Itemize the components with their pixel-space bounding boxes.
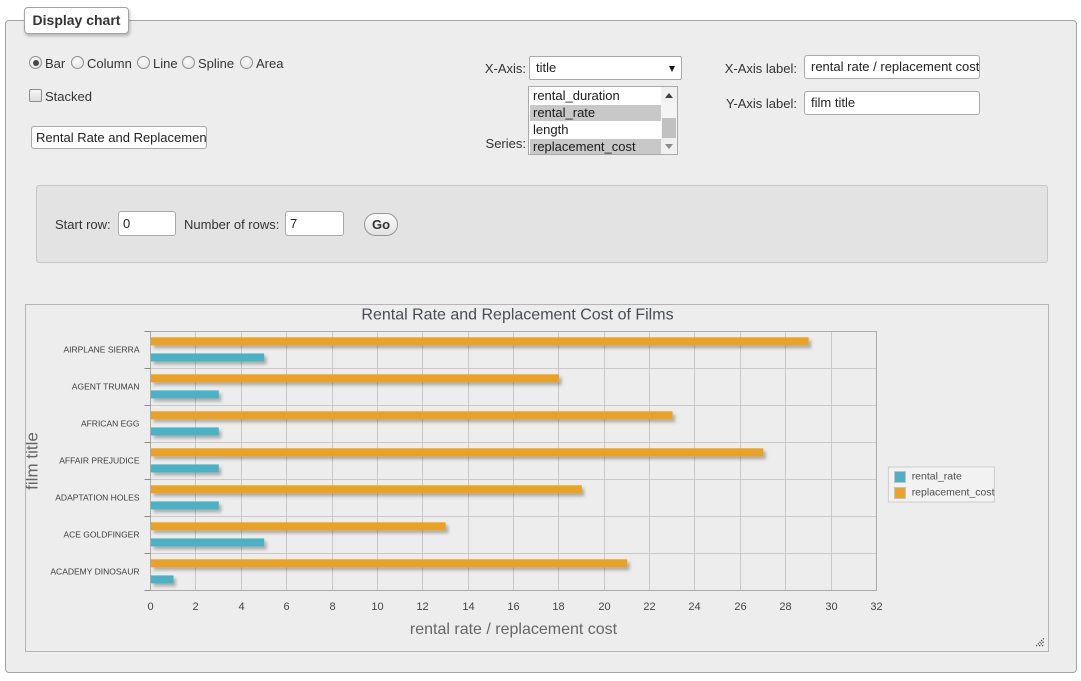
svg-text:ACE GOLDFINGER: ACE GOLDFINGER <box>63 530 139 540</box>
svg-text:2: 2 <box>192 601 198 613</box>
svg-text:32: 32 <box>870 601 882 613</box>
svg-text:22: 22 <box>643 601 655 613</box>
svg-text:Rental Rate and Replacement Co: Rental Rate and Replacement Cost of Film… <box>361 306 673 323</box>
svg-text:28: 28 <box>779 601 791 613</box>
svg-text:4: 4 <box>238 601 244 613</box>
svg-text:rental_rate: rental_rate <box>912 471 962 483</box>
svg-text:film title: film title <box>26 432 42 490</box>
svg-text:rental rate / replacement cost: rental rate / replacement cost <box>410 621 618 638</box>
svg-text:replacement_cost: replacement_cost <box>912 487 995 499</box>
svg-text:12: 12 <box>416 601 428 613</box>
svg-text:ADAPTATION HOLES: ADAPTATION HOLES <box>55 493 140 503</box>
svg-text:ACADEMY DINOSAUR: ACADEMY DINOSAUR <box>50 567 139 577</box>
svg-text:AIRPLANE SIERRA: AIRPLANE SIERRA <box>63 345 139 355</box>
svg-text:20: 20 <box>598 601 610 613</box>
svg-text:30: 30 <box>825 601 837 613</box>
svg-text:6: 6 <box>283 601 289 613</box>
svg-text:10: 10 <box>371 601 383 613</box>
svg-text:24: 24 <box>688 601 700 613</box>
svg-text:AFFAIR PREJUDICE: AFFAIR PREJUDICE <box>59 456 140 466</box>
svg-text:14: 14 <box>462 601 474 613</box>
svg-text:16: 16 <box>507 601 519 613</box>
svg-text:AGENT TRUMAN: AGENT TRUMAN <box>72 382 140 392</box>
svg-text:26: 26 <box>734 601 746 613</box>
svg-text:8: 8 <box>329 601 335 613</box>
svg-text:0: 0 <box>147 601 153 613</box>
svg-text:AFRICAN EGG: AFRICAN EGG <box>81 419 140 429</box>
svg-text:18: 18 <box>552 601 564 613</box>
